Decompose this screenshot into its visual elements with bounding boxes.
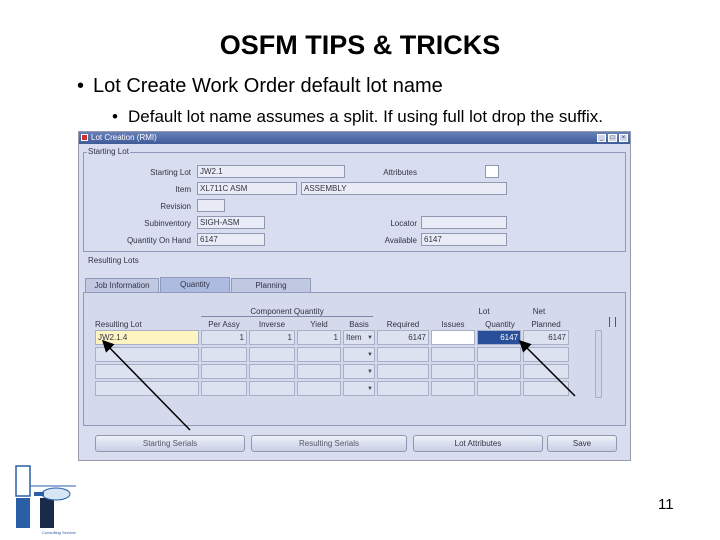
page-number: 11: [658, 496, 674, 513]
svg-text:Consulting Services: Consulting Services: [42, 530, 76, 535]
annotation-arrows: [101, 339, 576, 431]
arrow-to-resulting-lot-icon: [101, 339, 191, 431]
company-logo: Consulting Services: [15, 465, 76, 535]
arrow-to-lot-quantity-icon: [518, 339, 576, 397]
